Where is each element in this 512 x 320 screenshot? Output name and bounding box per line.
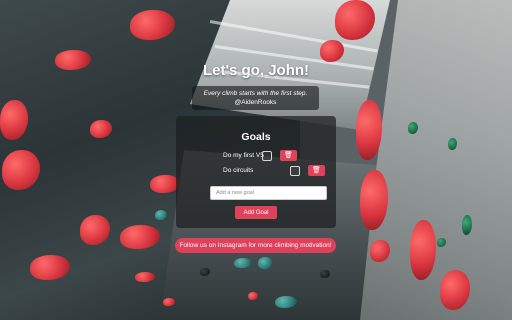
instagram-follow-button[interactable]: Follow us on Instagram for more climbing… xyxy=(175,238,336,253)
quote-text: Every climb starts with the first step. xyxy=(203,90,308,97)
goal-label: Do my first V5 xyxy=(223,152,264,159)
quote-author: @AidenRooks xyxy=(234,99,277,106)
goals-card: Goals Do my first V5 🗑 Do circuits 🗑 Add… xyxy=(176,116,336,228)
trash-icon: 🗑 xyxy=(312,166,321,174)
wall-right-panel xyxy=(360,0,512,320)
goal-label: Do circuits xyxy=(223,167,254,174)
new-goal-input[interactable] xyxy=(210,186,327,200)
delete-goal-button[interactable]: 🗑 xyxy=(280,150,297,161)
quote-box: Every climb starts with the first step. … xyxy=(192,86,319,110)
goal-item: Do my first V5 🗑 xyxy=(176,150,336,162)
page-title: Let's go, John! xyxy=(202,62,310,79)
delete-goal-button[interactable]: 🗑 xyxy=(308,165,325,176)
goal-checkbox[interactable] xyxy=(290,166,300,176)
goal-checkbox[interactable] xyxy=(262,151,272,161)
goals-title: Goals xyxy=(241,131,271,143)
goal-item: Do circuits 🗑 xyxy=(176,165,336,177)
trash-icon: 🗑 xyxy=(284,151,293,159)
add-goal-button[interactable]: Add Goal xyxy=(235,206,277,219)
climbing-hold xyxy=(356,100,382,160)
